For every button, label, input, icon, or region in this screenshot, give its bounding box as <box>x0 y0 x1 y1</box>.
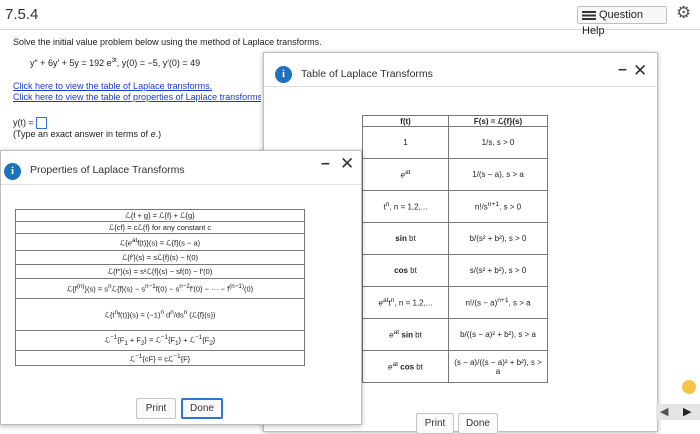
table-row: ℒ{f″}(s) = s²ℒ{f}(s) − sf(0) − f′(0) <box>15 264 305 279</box>
link-laplace-table[interactable]: Click here to view the table of Laplace … <box>13 81 212 91</box>
table-cell: eat cos bt <box>362 350 449 383</box>
table-cell: cos bt <box>362 254 449 287</box>
properties-table: ℒ{f + g} = ℒ{f} + ℒ{g} ℒ{cf} = cℒ{f} for… <box>15 209 305 366</box>
table-cell: eat <box>362 158 449 191</box>
table-cell: 1 <box>362 126 449 159</box>
print-button[interactable]: Print <box>136 398 176 419</box>
table-row: ℒ−1{cF} = cℒ−1{F} <box>15 350 305 366</box>
table-cell: b/(s² + b²), s > 0 <box>448 222 548 255</box>
table-row: eat 1/(s − a), s > a <box>362 158 548 191</box>
table-header-row: f(t) F(s) = ℒ{f}(s) <box>362 115 548 127</box>
minimize-icon[interactable]: – <box>321 155 330 173</box>
panel-title: Table of Laplace Transforms <box>301 68 433 80</box>
column-header-f: f(t) <box>362 115 449 127</box>
table-cell: (s − a)/((s − a)² + b²), s > a <box>448 350 548 383</box>
table-cell: ℒ{f′}(s) = sℒ{f}(s) − f(0) <box>15 250 305 265</box>
panel-title: Properties of Laplace Transforms <box>30 164 185 176</box>
laplace-table: f(t) F(s) = ℒ{f}(s) 1 1/s, s > 0 eat 1/(… <box>362 115 548 383</box>
done-button[interactable]: Done <box>181 398 223 419</box>
close-icon[interactable]: ✕ <box>340 154 354 174</box>
table-cell: s/(s² + b²), s > 0 <box>448 254 548 287</box>
table-cell: sin bt <box>362 222 449 255</box>
answer-prompt: y(t) = <box>13 117 34 128</box>
info-icon: i <box>4 163 21 180</box>
minimize-icon[interactable]: – <box>618 61 627 79</box>
column-header-F: F(s) = ℒ{f}(s) <box>448 115 548 127</box>
close-icon[interactable]: ✕ <box>633 61 647 81</box>
table-cell: b/((s − a)² + b²), s > a <box>448 318 548 351</box>
info-icon: i <box>275 66 292 83</box>
scroll-right-icon[interactable]: ▶ <box>683 405 691 418</box>
table-cell: eattn, n = 1,2,... <box>362 286 449 319</box>
answer-input[interactable] <box>35 117 47 129</box>
properties-panel: i Properties of Laplace Transforms – ✕ ℒ… <box>0 150 362 425</box>
answer-row: y(t) = <box>13 117 47 129</box>
table-cell: n!/(s − a)n+1, s > a <box>448 286 548 319</box>
table-cell: ℒ−1{cF} = cℒ−1{F} <box>15 350 305 366</box>
section-number: 7.5.4 <box>5 6 39 23</box>
gear-icon[interactable]: ⚙ <box>676 3 691 23</box>
table-row: ℒ{f′}(s) = sℒ{f}(s) − f(0) <box>15 250 305 265</box>
link-laplace-properties[interactable]: Click here to view the table of properti… <box>13 92 261 102</box>
done-button[interactable]: Done <box>458 413 498 434</box>
table-row: ℒ{eatf(t)}(s) = ℒ{f}(s − a) <box>15 233 305 251</box>
panel-header: i Table of Laplace Transforms – ✕ <box>264 53 657 87</box>
table-cell: 1/(s − a), s > a <box>448 158 548 191</box>
table-cell: tn, n = 1,2,... <box>362 190 449 223</box>
table-cell: ℒ{tnf(t)}(s) = (−1)n dn/dsn (ℒ{f}(s)) <box>15 298 305 331</box>
table-row: ℒ−1{F1 + F2} = ℒ−1{F1} + ℒ−1{F2} <box>15 330 305 351</box>
print-button[interactable]: Print <box>416 413 454 434</box>
top-bar: 7.5.4 Question Help ⚙ <box>0 0 700 37</box>
table-row: ℒ{tnf(t)}(s) = (−1)n dn/dsn (ℒ{f}(s)) <box>15 298 305 331</box>
smiley-icon[interactable] <box>682 380 696 394</box>
problem-equation: y″ + 6y′ + 5y = 192 e3t, y(0) = −5, y′(0… <box>30 58 201 68</box>
table-cell: n!/sn+1, s > 0 <box>448 190 548 223</box>
table-row: cos bt s/(s² + b²), s > 0 <box>362 254 548 287</box>
answer-hint: (Type an exact answer in terms of e.) <box>13 129 162 139</box>
table-row: tn, n = 1,2,... n!/sn+1, s > 0 <box>362 190 548 223</box>
question-help-button[interactable]: Question Help <box>577 6 667 37</box>
table-cell: ℒ{f″}(s) = s²ℒ{f}(s) − sf(0) − f′(0) <box>15 264 305 279</box>
table-row: ℒ{f(n)}(s) = snℒ{f}(s) − sn−1f(0) − sn−2… <box>15 278 305 299</box>
table-row: ℒ{cf} = cℒ{f} for any constant c <box>15 221 305 234</box>
scroll-left-icon[interactable]: ◀ <box>660 405 668 418</box>
table-row: ℒ{f + g} = ℒ{f} + ℒ{g} <box>15 209 305 222</box>
table-cell: ℒ{eatf(t)}(s) = ℒ{f}(s − a) <box>15 233 305 251</box>
panel-header: i Properties of Laplace Transforms – ✕ <box>1 151 361 185</box>
table-cell: ℒ−1{F1 + F2} = ℒ−1{F1} + ℒ−1{F2} <box>15 330 305 351</box>
menu-icon <box>582 10 596 20</box>
instructions: Solve the initial value problem below us… <box>13 37 322 47</box>
table-row: sin bt b/(s² + b²), s > 0 <box>362 222 548 255</box>
table-row: eattn, n = 1,2,... n!/(s − a)n+1, s > a <box>362 286 548 319</box>
table-cell: eat sin bt <box>362 318 449 351</box>
table-cell: ℒ{f(n)}(s) = snℒ{f}(s) − sn−1f(0) − sn−2… <box>15 278 305 299</box>
table-cell: ℒ{f + g} = ℒ{f} + ℒ{g} <box>15 209 305 222</box>
table-row: eat sin bt b/((s − a)² + b²), s > a <box>362 318 548 351</box>
table-row: 1 1/s, s > 0 <box>362 126 548 159</box>
table-cell: 1/s, s > 0 <box>448 126 548 159</box>
table-cell: ℒ{cf} = cℒ{f} for any constant c <box>15 221 305 234</box>
horizontal-scrollbar[interactable]: ◀ ▶ <box>656 404 700 420</box>
table-row: eat cos bt (s − a)/((s − a)² + b²), s > … <box>362 350 548 383</box>
